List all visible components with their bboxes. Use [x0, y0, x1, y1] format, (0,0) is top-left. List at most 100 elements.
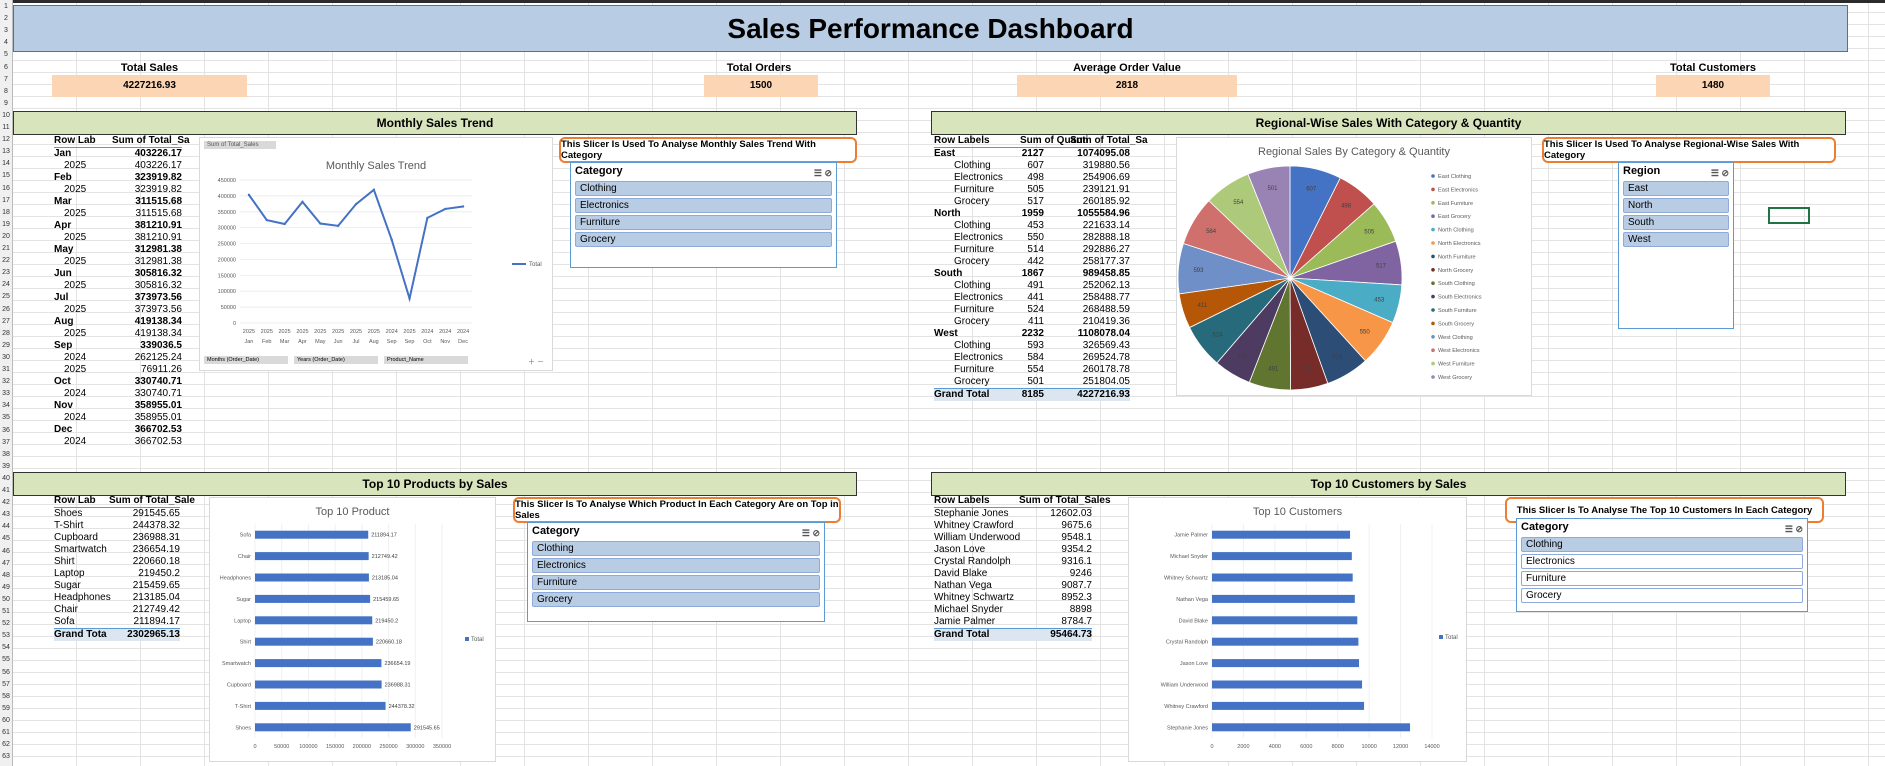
pivot-row[interactable]: 2025 381210.91 — [54, 232, 182, 244]
pivot-grand-total-row[interactable]: Grand Tota 2302965.13 — [54, 628, 180, 641]
row-number[interactable]: 50 — [0, 596, 12, 603]
pivot-row[interactable]: South 1867 989458.85 — [934, 268, 1130, 280]
row-number[interactable]: 21 — [0, 245, 12, 252]
pivot-row[interactable]: Clothing 491 252062.13 — [934, 280, 1130, 292]
row-number[interactable]: 7 — [0, 76, 12, 83]
slicer-item-furniture[interactable]: Furniture — [532, 575, 820, 590]
total-orders-value[interactable]: 1500 — [704, 75, 818, 97]
slicer-item-grocery[interactable]: Grocery — [575, 232, 832, 247]
pivot-row[interactable]: 2025 373973.56 — [54, 304, 182, 316]
row-number[interactable]: 15 — [0, 172, 12, 179]
row-number[interactable]: 41 — [0, 487, 12, 494]
row-number[interactable]: 33 — [0, 390, 12, 397]
bar[interactable] — [255, 530, 369, 539]
regional-pie-chart[interactable]: Regional Sales By Category & Quantity 60… — [1176, 137, 1532, 396]
row-number[interactable]: 58 — [0, 693, 12, 700]
pivot-row[interactable]: Jamie Palmer 8784.7 — [934, 616, 1092, 628]
row-number[interactable]: 43 — [0, 511, 12, 518]
top-products-chart[interactable]: Top 10 Product 0 50000 100000 150000 200000 2… — [209, 497, 496, 762]
bar[interactable] — [1212, 637, 1359, 646]
row-number[interactable]: 47 — [0, 560, 12, 567]
row-number[interactable]: 12 — [0, 136, 12, 143]
pivot-row-labels-header[interactable]: Row Lab — [54, 495, 96, 507]
bar[interactable] — [255, 594, 371, 603]
pivot-row[interactable]: East 2127 1074095.08 — [934, 148, 1130, 160]
customers-category-slicer[interactable]: Category ☰ ⊘ Clothing Electronics Furniture… — [1516, 518, 1808, 612]
row-number[interactable]: 32 — [0, 378, 12, 385]
row-number[interactable]: 29 — [0, 342, 12, 349]
series-line-total[interactable] — [248, 188, 464, 303]
pivot-row[interactable]: Electronics 441 258488.77 — [934, 292, 1130, 304]
bar[interactable] — [1212, 552, 1352, 561]
pivot-row[interactable]: Whitney Schwartz 8952.3 — [934, 592, 1092, 604]
pivot-row[interactable]: T-Shirt 244378.32 — [54, 520, 180, 532]
bar[interactable] — [255, 680, 382, 689]
pivot-row[interactable]: Feb 323919.82 — [54, 172, 182, 184]
pivot-row[interactable]: Electronics 498 254906.69 — [934, 172, 1130, 184]
pivot-row-labels-header[interactable]: Row Labels — [934, 135, 990, 147]
bar[interactable] — [1212, 530, 1351, 539]
bar[interactable] — [255, 573, 369, 582]
row-number[interactable]: 16 — [0, 185, 12, 192]
row-number[interactable]: 26 — [0, 306, 12, 313]
bar[interactable] — [255, 701, 386, 710]
pivot-row[interactable]: Headphones 213185.04 — [54, 592, 180, 604]
line-point[interactable] — [444, 207, 447, 211]
row-number[interactable]: 56 — [0, 669, 12, 676]
pivot-row[interactable]: Clothing 607 319880.56 — [934, 160, 1130, 172]
pivot-row[interactable]: 2025 419138.34 — [54, 328, 182, 340]
row-number[interactable]: 23 — [0, 269, 12, 276]
pivot-row[interactable]: Nov 358955.01 — [54, 400, 182, 412]
aov-value[interactable]: 2818 — [1017, 75, 1237, 97]
pivot-row[interactable]: 2025 312981.38 — [54, 256, 182, 268]
line-point[interactable] — [265, 218, 268, 222]
chart-field-button[interactable]: Years (Order_Date) — [294, 356, 378, 364]
row-number[interactable]: 30 — [0, 354, 12, 361]
pivot-row[interactable]: 2024 330740.71 — [54, 388, 182, 400]
pivot-row[interactable]: Michael Snyder 8898 — [934, 604, 1092, 616]
line-point[interactable] — [301, 200, 304, 204]
pivot-row[interactable]: West 2232 1108078.04 — [934, 328, 1130, 340]
row-number[interactable]: 36 — [0, 427, 12, 434]
slicer-item-east[interactable]: East — [1623, 181, 1729, 196]
pivot-row[interactable]: Dec 366702.53 — [54, 424, 182, 436]
pivot-row[interactable]: 2025 305816.32 — [54, 280, 182, 292]
pivot-row[interactable]: Laptop 219450.2 — [54, 568, 180, 580]
pivot-row[interactable]: Stephanie Jones 12602.03 — [934, 508, 1092, 520]
pivot-row[interactable]: William Underwood 9548.1 — [934, 532, 1092, 544]
pivot-row[interactable]: 2025 403226.17 — [54, 160, 182, 172]
row-number[interactable]: 42 — [0, 499, 12, 506]
pivot-row[interactable]: David Blake 9246 — [934, 568, 1092, 580]
bar[interactable] — [1212, 680, 1363, 689]
line-point[interactable] — [461, 205, 465, 208]
row-number[interactable]: 10 — [0, 112, 12, 119]
pivot-row[interactable]: Clothing 453 221633.14 — [934, 220, 1130, 232]
pivot-row-labels-header[interactable]: Row Labels — [934, 495, 990, 507]
bar[interactable] — [1212, 723, 1411, 732]
pivot-grand-total-row[interactable]: Grand Total 95464.73 — [934, 628, 1092, 641]
expand-collapse-icons[interactable]: ＋ － — [528, 357, 544, 367]
pivot-value-header[interactable]: Sum of Total_Sale — [109, 495, 195, 507]
slicer-item-furniture[interactable]: Furniture — [1521, 571, 1803, 586]
pivot-row[interactable]: Shirt 220660.18 — [54, 556, 180, 568]
pivot-row[interactable]: Sep 339036.5 — [54, 340, 182, 352]
row-number[interactable]: 22 — [0, 257, 12, 264]
pivot-row[interactable]: Oct 330740.71 — [54, 376, 182, 388]
row-number[interactable]: 8 — [0, 88, 12, 95]
slicer-filter-icons[interactable]: ☰ ⊘ — [1711, 165, 1729, 181]
pivot-row[interactable]: Furniture 505 239121.91 — [934, 184, 1130, 196]
row-number[interactable]: 9 — [0, 100, 12, 107]
pivot-row[interactable]: 2024 366702.53 — [54, 436, 182, 448]
pivot-grand-total-row[interactable]: Grand Total 8185 4227216.93 — [934, 388, 1130, 401]
row-number[interactable]: 17 — [0, 197, 12, 204]
monthly-pivot-table[interactable]: Row Lab Sum of Total_Sa Jan 403226.17 2025… — [54, 135, 190, 448]
bar[interactable] — [255, 723, 411, 732]
row-number[interactable]: 63 — [0, 753, 12, 760]
bar[interactable] — [1212, 701, 1365, 710]
pivot-row[interactable]: Jason Love 9354.2 — [934, 544, 1092, 556]
row-number[interactable]: 6 — [0, 64, 12, 71]
line-point[interactable] — [336, 224, 340, 228]
row-number[interactable]: 18 — [0, 209, 12, 216]
chart-field-button[interactable]: Product_Name — [384, 356, 468, 364]
pivot-row[interactable]: Grocery 517 260185.92 — [934, 196, 1130, 208]
